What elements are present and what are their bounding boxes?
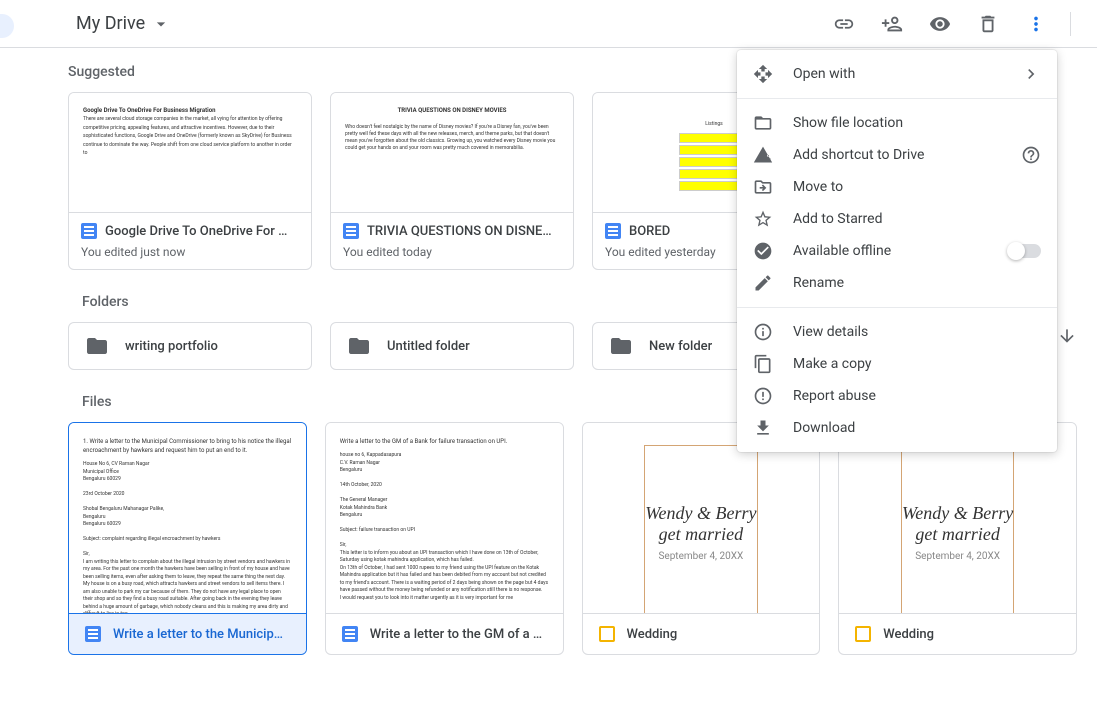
- folder-name: writing portfolio: [125, 339, 218, 354]
- docs-icon: [85, 626, 101, 642]
- file-title: Google Drive To OneDrive For …: [105, 224, 287, 239]
- docs-icon: [81, 223, 97, 239]
- menu-divider: [737, 307, 1057, 308]
- slides-icon: [855, 626, 871, 642]
- menu-add-starred[interactable]: Add to Starred: [737, 203, 1057, 235]
- arrow-down-icon: [1057, 326, 1077, 346]
- toolbar: My Drive: [0, 0, 1097, 48]
- file-title: Write a letter to the Municipa…: [113, 627, 290, 642]
- folder-name: Untitled folder: [387, 339, 470, 354]
- folder-outline-icon: [753, 113, 773, 133]
- doc-thumbnail: TRIVIA QUESTIONS ON DISNEY MOVIES Who do…: [331, 93, 573, 213]
- report-icon: [753, 386, 773, 406]
- menu-make-copy[interactable]: Make a copy: [737, 348, 1057, 380]
- folder-card[interactable]: Untitled folder: [330, 322, 574, 370]
- breadcrumb-title: My Drive: [76, 13, 145, 34]
- file-card[interactable]: Wendy & Berryget married September 4, 20…: [582, 422, 821, 655]
- folder-name: New folder: [649, 339, 712, 354]
- slides-icon: [599, 626, 615, 642]
- info-icon: [753, 322, 773, 342]
- person-add-icon: [881, 13, 903, 35]
- file-card[interactable]: Wendy & Berryget married September 4, 20…: [838, 422, 1077, 655]
- menu-view-details[interactable]: View details: [737, 316, 1057, 348]
- file-title: BORED: [629, 224, 670, 239]
- shortcut-icon: [753, 145, 773, 165]
- open-with-icon: [753, 64, 773, 84]
- file-card[interactable]: Write a letter to the GM of a Bank for f…: [325, 422, 564, 655]
- help-icon[interactable]: [1021, 145, 1041, 165]
- breadcrumb[interactable]: My Drive: [68, 9, 179, 38]
- docs-icon: [605, 223, 621, 239]
- menu-available-offline[interactable]: Available offline: [737, 235, 1057, 267]
- file-title: Wedding: [883, 627, 934, 642]
- star-icon: [753, 209, 773, 229]
- file-subtitle: You edited today: [343, 245, 561, 259]
- chevron-down-icon: [151, 14, 171, 34]
- download-icon: [753, 418, 773, 438]
- preview-button[interactable]: [920, 4, 960, 44]
- menu-divider: [737, 98, 1057, 99]
- trash-icon: [977, 13, 999, 35]
- get-link-button[interactable]: [824, 4, 864, 44]
- menu-download[interactable]: Download: [737, 412, 1057, 444]
- suggested-card[interactable]: Google Drive To OneDrive For Business Mi…: [68, 92, 312, 270]
- folder-card[interactable]: writing portfolio: [68, 322, 312, 370]
- toolbar-actions: [824, 4, 1077, 44]
- offline-toggle[interactable]: [1009, 244, 1041, 258]
- docs-icon: [343, 223, 359, 239]
- remove-button[interactable]: [968, 4, 1008, 44]
- menu-report-abuse[interactable]: Report abuse: [737, 380, 1057, 412]
- file-title: Wedding: [627, 627, 678, 642]
- copy-icon: [753, 354, 773, 374]
- move-icon: [753, 177, 773, 197]
- menu-open-with[interactable]: Open with: [737, 58, 1057, 90]
- folder-icon: [609, 334, 633, 358]
- doc-thumbnail: Write a letter to the GM of a Bank for f…: [326, 423, 563, 613]
- suggested-card[interactable]: TRIVIA QUESTIONS ON DISNEY MOVIES Who do…: [330, 92, 574, 270]
- menu-add-shortcut[interactable]: Add shortcut to Drive: [737, 139, 1057, 171]
- file-title: TRIVIA QUESTIONS ON DISNE…: [367, 224, 552, 239]
- file-card[interactable]: 1. Write a letter to the Municipal Commi…: [68, 422, 307, 655]
- chevron-right-icon: [1021, 64, 1041, 84]
- docs-icon: [342, 626, 358, 642]
- nav-indicator: [0, 14, 14, 38]
- doc-thumbnail: Google Drive To OneDrive For Business Mi…: [69, 93, 311, 213]
- files-grid: 1. Write a letter to the Municipal Commi…: [68, 422, 1077, 655]
- offline-icon: [753, 241, 773, 261]
- link-icon: [833, 13, 855, 35]
- rename-icon: [753, 273, 773, 293]
- eye-icon: [929, 13, 951, 35]
- file-subtitle: You edited just now: [81, 245, 299, 259]
- file-title: Write a letter to the GM of a …: [370, 627, 542, 642]
- share-button[interactable]: [872, 4, 912, 44]
- divider: [1070, 12, 1071, 36]
- more-vert-icon: [1025, 13, 1047, 35]
- sort-direction-button[interactable]: [1057, 326, 1077, 350]
- doc-thumbnail: 1. Write a letter to the Municipal Commi…: [69, 423, 306, 613]
- context-menu: Open with Show file location Add shortcu…: [737, 50, 1057, 452]
- menu-show-location[interactable]: Show file location: [737, 107, 1057, 139]
- more-actions-button[interactable]: [1016, 4, 1056, 44]
- menu-move-to[interactable]: Move to: [737, 171, 1057, 203]
- folder-icon: [347, 334, 371, 358]
- folder-icon: [85, 334, 109, 358]
- menu-rename[interactable]: Rename: [737, 267, 1057, 299]
